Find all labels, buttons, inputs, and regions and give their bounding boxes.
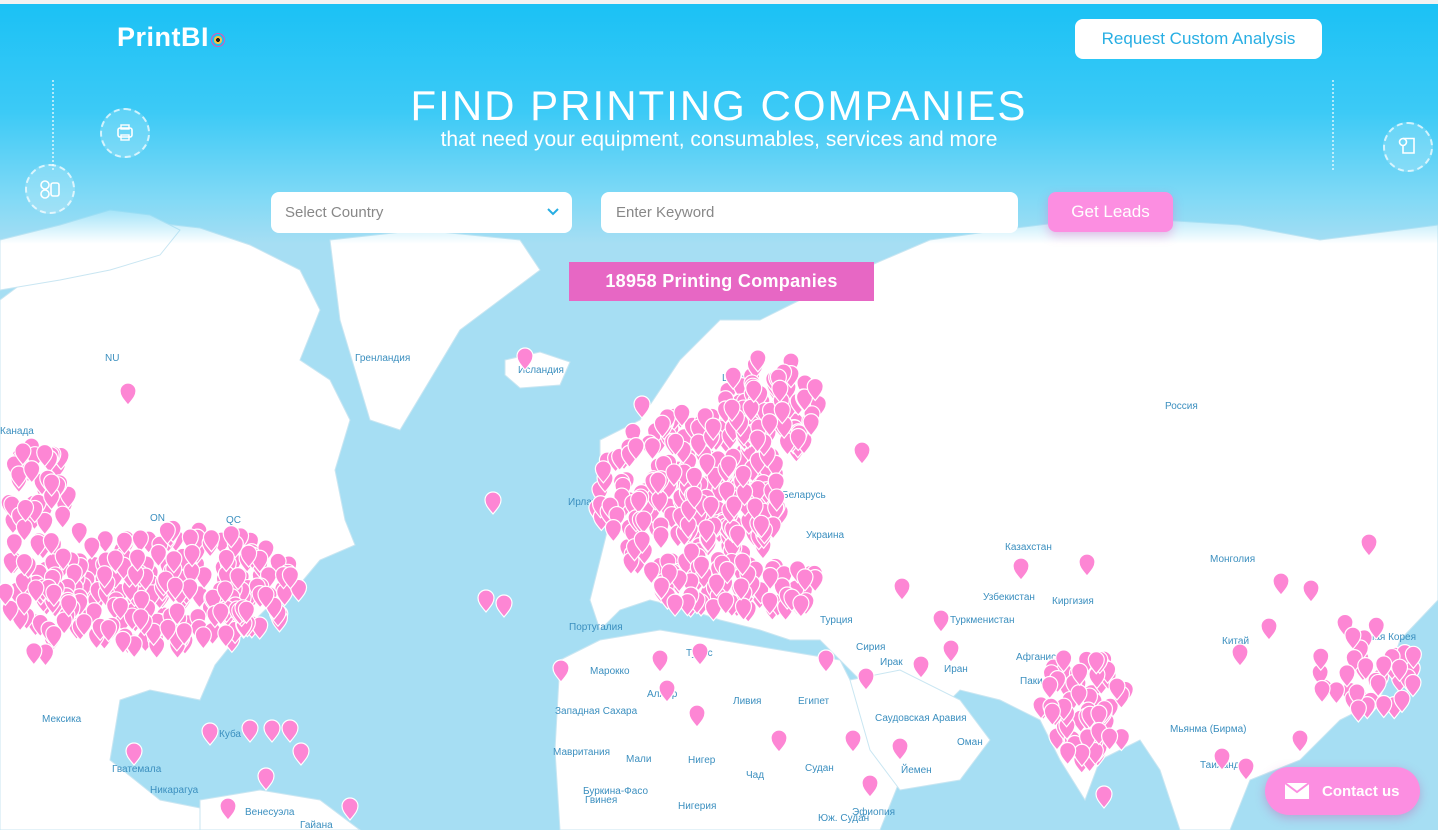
map-country-label: Украина (806, 530, 845, 541)
map-country-label: Куба (219, 728, 241, 740)
page-subtitle: that need your equipment, consumables, s… (440, 128, 998, 151)
map-country-label: Гвинея (585, 795, 617, 806)
map-country-label: Нигер (688, 755, 716, 766)
map-country-label: Юж. Судан (818, 813, 869, 824)
country-select[interactable]: Select Country (271, 192, 572, 233)
map-country-label: Иран (944, 664, 968, 675)
map-country-label: Туркменистан (950, 615, 1014, 626)
contact-us-label: Contact us (1322, 782, 1400, 800)
page-title: FIND PRINTING COMPANIES (410, 82, 1028, 129)
companies-count-badge: 18958 Printing Companies (569, 262, 874, 301)
logo-mark-icon (211, 32, 226, 47)
map-country-label: Гватемала (112, 764, 162, 775)
map-country-label: Монголия (1210, 554, 1255, 565)
map-country-label: Судан (805, 763, 834, 774)
map-country-label: Турция (820, 615, 853, 626)
map-country-label: ON (150, 513, 165, 524)
map-country-label: Мали (626, 754, 651, 765)
envelope-icon (1284, 782, 1310, 799)
map-country-label: Сирия (856, 642, 885, 653)
map-country-label: Канада (0, 426, 34, 437)
keyword-input[interactable] (601, 192, 1018, 233)
map-country-label: NU (105, 353, 119, 364)
map-country-label: Гренландия (355, 353, 410, 364)
map-country-label: Беларусь (782, 490, 826, 501)
chevron-down-icon (546, 204, 560, 223)
map-country-label: Португалия (569, 622, 623, 633)
map-country-label: Марокко (590, 666, 630, 677)
map-country-label: Мьянма (Бирма) (1170, 724, 1247, 735)
map-country-label: Киргизия (1052, 596, 1094, 607)
map-country-label: Гайана (300, 820, 333, 830)
map-country-label: Никарагуа (150, 785, 199, 796)
map-country-label: Оман (957, 737, 983, 748)
map-country-label: Ливия (733, 696, 761, 707)
contact-us-button[interactable]: Contact us (1265, 767, 1420, 815)
rollers-decor-icon (25, 164, 75, 214)
map-country-label: Ирак (880, 657, 903, 668)
map-country-label: Венесуэла (245, 807, 295, 818)
map-country-label: Россия (1165, 401, 1198, 412)
map-country-label: Мексика (42, 714, 82, 725)
map-country-label: Узбекистан (983, 591, 1035, 603)
map-country-label: Западная Сахара (555, 706, 638, 717)
map-country-label: Египет (798, 696, 830, 707)
request-custom-analysis-button[interactable]: Request Custom Analysis (1075, 19, 1322, 59)
map-country-label: Мавритания (553, 747, 610, 758)
map-country-label: Казахстан (1005, 542, 1052, 553)
map-country-label: Саудовская Аравия (875, 713, 967, 724)
map-country-label: QC (226, 515, 241, 526)
map-country-label: Чад (746, 770, 764, 781)
logo-text: PrintBI (117, 22, 210, 52)
printbi-logo[interactable]: PrintBI (117, 22, 226, 53)
country-select-label: Select Country (285, 204, 384, 221)
get-leads-button[interactable]: Get Leads (1048, 192, 1173, 232)
map-country-label: Йемен (901, 763, 932, 776)
map-country-label: Нигерия (678, 801, 716, 812)
